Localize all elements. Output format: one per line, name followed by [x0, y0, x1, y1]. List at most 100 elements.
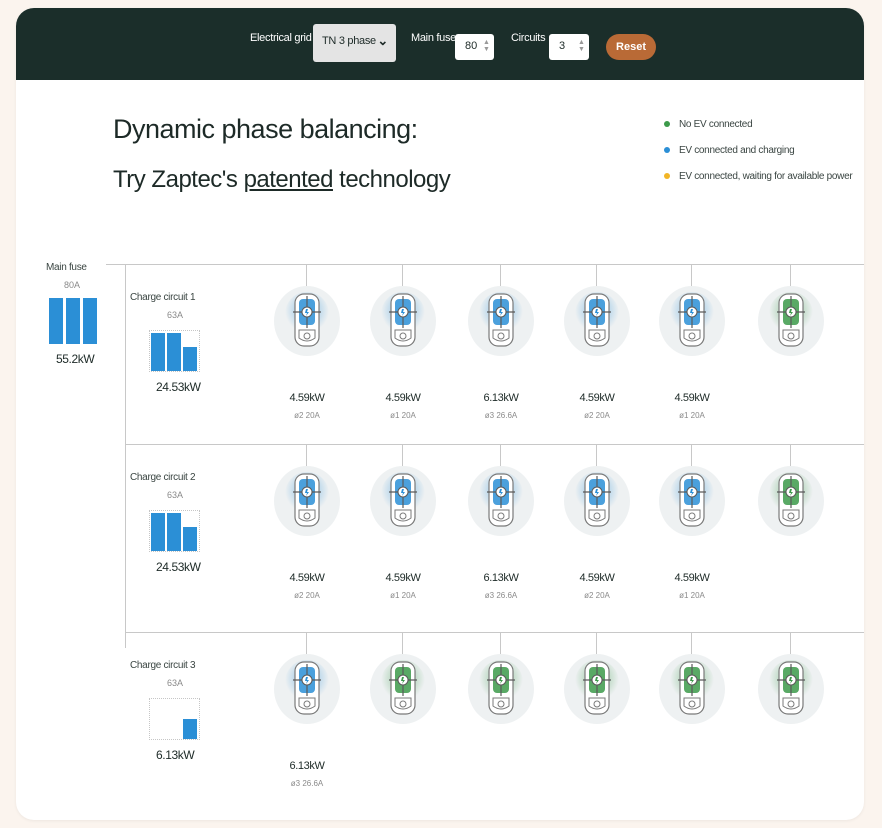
charger-drop-line [306, 632, 307, 654]
phase-bar [151, 513, 165, 551]
charger-current: ø2 20A [584, 591, 610, 600]
charger-power: 6.13kW [483, 392, 519, 404]
charger-icon[interactable] [657, 466, 727, 536]
stepper-icon[interactable]: ▲ ▼ [578, 39, 585, 54]
charger-current: ø1 20A [679, 591, 705, 600]
charger-current: ø2 20A [584, 411, 610, 420]
charger-current: ø2 20A [294, 411, 320, 420]
charger-icon[interactable] [756, 286, 826, 356]
main-bus-line [106, 264, 864, 265]
charger-icon[interactable] [657, 286, 727, 356]
circuits-value: 3 [559, 40, 566, 52]
electrical-grid-label: Electrical grid [250, 32, 312, 44]
legend-label: No EV connected [679, 119, 753, 130]
charger-drop-line [402, 632, 403, 654]
charger-icon[interactable] [272, 286, 342, 356]
circuit-label: Charge circuit 2 [130, 472, 196, 483]
legend-item: EV connected and charging [664, 145, 795, 156]
charger-power: 6.13kW [289, 760, 325, 772]
charger-power: 4.59kW [579, 392, 615, 404]
main-fuse-amp: 80A [64, 280, 81, 290]
charger-icon[interactable] [466, 466, 536, 536]
electrical-grid-value: TN 3 phase [322, 35, 376, 47]
charger-current: ø2 20A [294, 591, 320, 600]
charger-power: 4.59kW [579, 572, 615, 584]
circuit-phase-bars [149, 698, 200, 740]
charger-drop-line [402, 264, 403, 286]
charger-drop-line [402, 444, 403, 466]
electrical-grid-select[interactable]: TN 3 phase ⌄ [313, 24, 396, 62]
simulator-card: Electrical grid TN 3 phase ⌄ Main fuse 8… [16, 8, 864, 820]
charger-icon[interactable] [562, 286, 632, 356]
charger-icon[interactable] [756, 654, 826, 724]
charger-current: ø1 20A [390, 411, 416, 420]
charger-power: 4.59kW [385, 392, 421, 404]
circuit-phase-bars [149, 510, 200, 552]
charger-drop-line [691, 264, 692, 286]
charger-current: ø3 26.6A [484, 591, 518, 600]
charger-current: ø3 26.6A [290, 779, 324, 788]
charger-power: 4.59kW [674, 392, 710, 404]
phase-bar [167, 513, 181, 551]
reset-button[interactable]: Reset [606, 34, 656, 60]
charger-drop-line [691, 444, 692, 466]
charger-current: ø1 20A [679, 411, 705, 420]
main-fuse-power: 55.2kW [56, 352, 95, 366]
charger-drop-line [790, 444, 791, 466]
charger-icon[interactable] [368, 286, 438, 356]
main-fuse-input[interactable]: 80 ▲ ▼ [455, 34, 494, 60]
charger-icon[interactable] [368, 466, 438, 536]
charger-icon[interactable] [657, 654, 727, 724]
stepper-icon[interactable]: ▲ ▼ [483, 39, 490, 54]
charger-power: 6.13kW [483, 572, 519, 584]
circuit-label: Charge circuit 1 [130, 292, 196, 303]
subtitle-text: Try Zaptec's [113, 166, 244, 193]
charger-drop-line [500, 632, 501, 654]
charger-icon[interactable] [562, 466, 632, 536]
charger-icon[interactable] [466, 286, 536, 356]
trunk-line [125, 264, 126, 648]
main-fuse-title: Main fuse [46, 262, 87, 273]
circuit-power: 24.53kW [156, 560, 201, 574]
phase-bar [183, 719, 197, 739]
charger-current: ø3 26.6A [484, 411, 518, 420]
phase-bar [83, 298, 97, 344]
phase-bar [183, 347, 197, 371]
circuit-bus-line [125, 444, 864, 445]
charger-drop-line [306, 264, 307, 286]
circuit-bus-line [125, 632, 864, 633]
circuit-label: Charge circuit 3 [130, 660, 196, 671]
charger-power: 4.59kW [289, 572, 325, 584]
charger-drop-line [596, 632, 597, 654]
charger-icon[interactable] [756, 466, 826, 536]
charger-power: 4.59kW [674, 572, 710, 584]
legend-item: No EV connected [664, 119, 753, 130]
legend-label: EV connected, waiting for available powe… [679, 171, 853, 182]
patented-link[interactable]: patented [244, 166, 334, 193]
main-fuse-phase-bars [49, 298, 97, 344]
charger-icon[interactable] [368, 654, 438, 724]
charger-icon[interactable] [272, 654, 342, 724]
charger-power: 4.59kW [385, 572, 421, 584]
main-fuse-value: 80 [465, 40, 478, 52]
circuits-input[interactable]: 3 ▲ ▼ [549, 34, 589, 60]
chevron-down-icon: ⌄ [377, 33, 388, 48]
status-dot-icon [664, 121, 670, 128]
charger-icon[interactable] [466, 654, 536, 724]
circuit-power: 24.53kW [156, 380, 201, 394]
charger-drop-line [790, 264, 791, 286]
main-fuse-label: Main fuse [411, 32, 456, 44]
charger-icon[interactable] [272, 466, 342, 536]
charger-icon[interactable] [562, 654, 632, 724]
subtitle-text-end: technology [332, 166, 451, 193]
charger-power: 4.59kW [289, 392, 325, 404]
charger-drop-line [596, 264, 597, 286]
circuit-power: 6.13kW [156, 748, 195, 762]
charger-drop-line [691, 632, 692, 654]
phase-bar [167, 333, 181, 371]
status-dot-icon [664, 147, 670, 154]
circuit-phase-bars [149, 330, 200, 372]
charger-drop-line [306, 444, 307, 466]
status-dot-icon [664, 173, 670, 180]
phase-bar [49, 298, 63, 344]
